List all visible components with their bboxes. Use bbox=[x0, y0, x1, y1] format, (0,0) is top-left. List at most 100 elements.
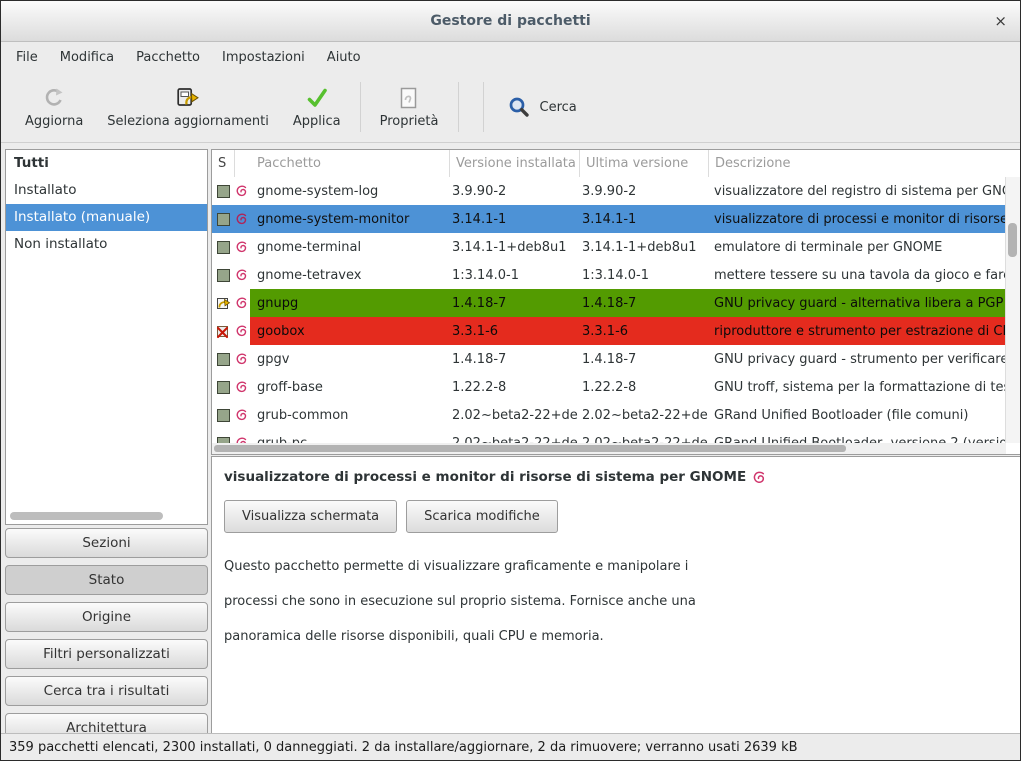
origin-button[interactable]: Origine bbox=[5, 602, 208, 632]
table-row[interactable]: grub-common 2.02~beta2-22+de 2.02~beta2-… bbox=[212, 401, 1006, 429]
filter-list: Tutti Installato Installato (manuale) No… bbox=[5, 149, 208, 525]
table-row-marked-reinstall[interactable]: gnupg 1.4.18-7 1.4.18-7 GNU privacy guar… bbox=[212, 289, 1006, 317]
mark-upgrades-button[interactable]: Seleziona aggiornamenti bbox=[95, 81, 281, 133]
sidebar-horizontal-scrollbar[interactable] bbox=[10, 512, 163, 520]
table-header: S Pacchetto Versione installata Ultima v… bbox=[212, 150, 1020, 178]
table-row[interactable]: grub-pc 2.02~beta2-22+de 2.02~beta2-22+d… bbox=[212, 429, 1006, 443]
table-row[interactable]: gpgv 1.4.18-7 1.4.18-7 GNU privacy guard… bbox=[212, 345, 1006, 373]
package-description: visualizzatore di processi e monitor di … bbox=[709, 205, 1006, 233]
status-button[interactable]: Stato bbox=[5, 565, 208, 595]
table-row[interactable]: gnome-tetravex 1:3.14.0-1 1:3.14.0-1 met… bbox=[212, 261, 1006, 289]
search-button[interactable]: Cerca bbox=[497, 89, 587, 125]
properties-label: Proprietà bbox=[380, 114, 439, 129]
debian-swirl-icon bbox=[235, 345, 250, 373]
column-header-status[interactable]: S bbox=[212, 150, 235, 177]
table-row[interactable]: gnome-terminal 3.14.1-1+deb8u1 3.14.1-1+… bbox=[212, 233, 1006, 261]
table-row-marked-remove[interactable]: goobox 3.3.1-6 3.3.1-6 riproduttore e st… bbox=[212, 317, 1006, 345]
package-description: GRand Unified Bootloader (file comuni) bbox=[709, 401, 1006, 429]
table-vertical-scrollbar[interactable] bbox=[1005, 177, 1020, 443]
installed-version: 3.3.1-6 bbox=[450, 317, 580, 345]
latest-version: 3.9.90-2 bbox=[580, 177, 709, 205]
get-changelog-button[interactable]: Scarica modifiche bbox=[406, 500, 558, 533]
properties-icon bbox=[396, 85, 422, 111]
status-installed-icon bbox=[212, 429, 235, 443]
apply-button[interactable]: Applica bbox=[281, 81, 353, 133]
custom-filters-button[interactable]: Filtri personalizzati bbox=[5, 639, 208, 669]
table-row-selected[interactable]: gnome-system-monitor 3.14.1-1 3.14.1-1 v… bbox=[212, 205, 1006, 233]
column-header-latest-version[interactable]: Ultima versione bbox=[580, 150, 709, 177]
status-installed-icon bbox=[212, 233, 235, 261]
latest-version: 1.4.18-7 bbox=[580, 289, 709, 317]
menu-file[interactable]: File bbox=[5, 42, 49, 72]
window-title: Gestore di pacchetti bbox=[1, 1, 1020, 41]
sections-button[interactable]: Sezioni bbox=[5, 528, 208, 558]
debian-swirl-icon bbox=[235, 177, 250, 205]
toolbar-separator bbox=[458, 82, 459, 132]
package-description: emulatore di terminale per GNOME bbox=[709, 233, 1006, 261]
menu-pacchetto[interactable]: Pacchetto bbox=[125, 42, 211, 72]
debian-swirl-icon bbox=[235, 429, 250, 443]
column-header-installed-version[interactable]: Versione installata bbox=[450, 150, 580, 177]
package-name: gnome-tetravex bbox=[250, 261, 450, 289]
filter-item-tutti[interactable]: Tutti bbox=[6, 150, 207, 177]
installed-version: 2.02~beta2-22+de bbox=[450, 429, 580, 443]
horizontal-scrollbar-thumb[interactable] bbox=[214, 445, 846, 452]
package-description: GNU privacy guard - alternativa libera a… bbox=[709, 289, 1006, 317]
installed-version: 3.14.1-1+deb8u1 bbox=[450, 233, 580, 261]
vertical-scrollbar-thumb[interactable] bbox=[1008, 223, 1017, 257]
reload-label: Aggiorna bbox=[25, 114, 83, 129]
filter-item-installato[interactable]: Installato bbox=[6, 177, 207, 204]
menu-modifica[interactable]: Modifica bbox=[49, 42, 125, 72]
installed-version: 1.4.18-7 bbox=[450, 289, 580, 317]
status-remove-icon bbox=[212, 317, 235, 345]
toolbar: Aggiorna Seleziona aggiornamenti Applica… bbox=[1, 72, 1020, 143]
debian-swirl-icon bbox=[235, 205, 250, 233]
close-icon[interactable]: × bbox=[994, 1, 1007, 41]
search-results-button[interactable]: Cerca tra i risultati bbox=[5, 676, 208, 706]
toolbar-separator bbox=[483, 82, 484, 132]
properties-button[interactable]: Proprietà bbox=[368, 81, 451, 133]
debian-swirl-icon bbox=[752, 470, 766, 485]
table-row[interactable]: gnome-system-log 3.9.90-2 3.9.90-2 visua… bbox=[212, 177, 1006, 205]
package-name: gnome-system-monitor bbox=[250, 205, 450, 233]
status-installed-icon bbox=[212, 205, 235, 233]
package-manager-window: Gestore di pacchetti × File Modifica Pac… bbox=[0, 0, 1021, 761]
package-name: gnome-terminal bbox=[250, 233, 450, 261]
status-installed-icon bbox=[212, 345, 235, 373]
filter-item-installato-manuale[interactable]: Installato (manuale) bbox=[6, 204, 207, 231]
details-description: Questo pacchetto permette di visualizzar… bbox=[224, 549, 1020, 654]
statusbar-text: 359 pacchetti elencati, 2300 installati,… bbox=[9, 740, 798, 755]
filter-item-non-installato[interactable]: Non installato bbox=[6, 231, 207, 258]
mark-upgrades-label: Seleziona aggiornamenti bbox=[107, 114, 269, 129]
reload-button[interactable]: Aggiorna bbox=[13, 81, 95, 133]
package-description: visualizzatore del registro di sistema p… bbox=[709, 177, 1006, 205]
get-screenshot-button[interactable]: Visualizza schermata bbox=[224, 500, 397, 533]
package-name: groff-base bbox=[250, 373, 450, 401]
debian-swirl-icon bbox=[235, 317, 250, 345]
search-label: Cerca bbox=[540, 100, 577, 115]
menu-impostazioni[interactable]: Impostazioni bbox=[211, 42, 316, 72]
details-buttons: Visualizza schermata Scarica modifiche bbox=[224, 500, 1020, 533]
debian-swirl-icon bbox=[235, 289, 250, 317]
latest-version: 1.4.18-7 bbox=[580, 345, 709, 373]
column-header-package[interactable]: Pacchetto bbox=[235, 150, 450, 177]
latest-version: 3.14.1-1+deb8u1 bbox=[580, 233, 709, 261]
package-name: gnome-system-log bbox=[250, 177, 450, 205]
menubar: File Modifica Pacchetto Impostazioni Aiu… bbox=[1, 42, 1020, 72]
package-name: grub-common bbox=[250, 401, 450, 429]
latest-version: 2.02~beta2-22+de bbox=[580, 401, 709, 429]
table-horizontal-scrollbar[interactable] bbox=[212, 443, 1006, 454]
debian-swirl-icon bbox=[235, 233, 250, 261]
table-body: gnome-system-log 3.9.90-2 3.9.90-2 visua… bbox=[212, 177, 1006, 443]
installed-version: 1:3.14.0-1 bbox=[450, 261, 580, 289]
column-header-description[interactable]: Descrizione bbox=[709, 150, 1020, 177]
package-name: gnupg bbox=[250, 289, 450, 317]
details-title: visualizzatore di processi e monitor di … bbox=[224, 469, 746, 485]
installed-version: 3.9.90-2 bbox=[450, 177, 580, 205]
installed-version: 3.14.1-1 bbox=[450, 205, 580, 233]
details-title-row: visualizzatore di processi e monitor di … bbox=[224, 469, 1020, 485]
table-row[interactable]: groff-base 1.22.2-8 1.22.2-8 GNU troff, … bbox=[212, 373, 1006, 401]
description-line: panoramica delle risorse disponibili, qu… bbox=[224, 619, 1020, 654]
menu-aiuto[interactable]: Aiuto bbox=[316, 42, 372, 72]
package-name: goobox bbox=[250, 317, 450, 345]
